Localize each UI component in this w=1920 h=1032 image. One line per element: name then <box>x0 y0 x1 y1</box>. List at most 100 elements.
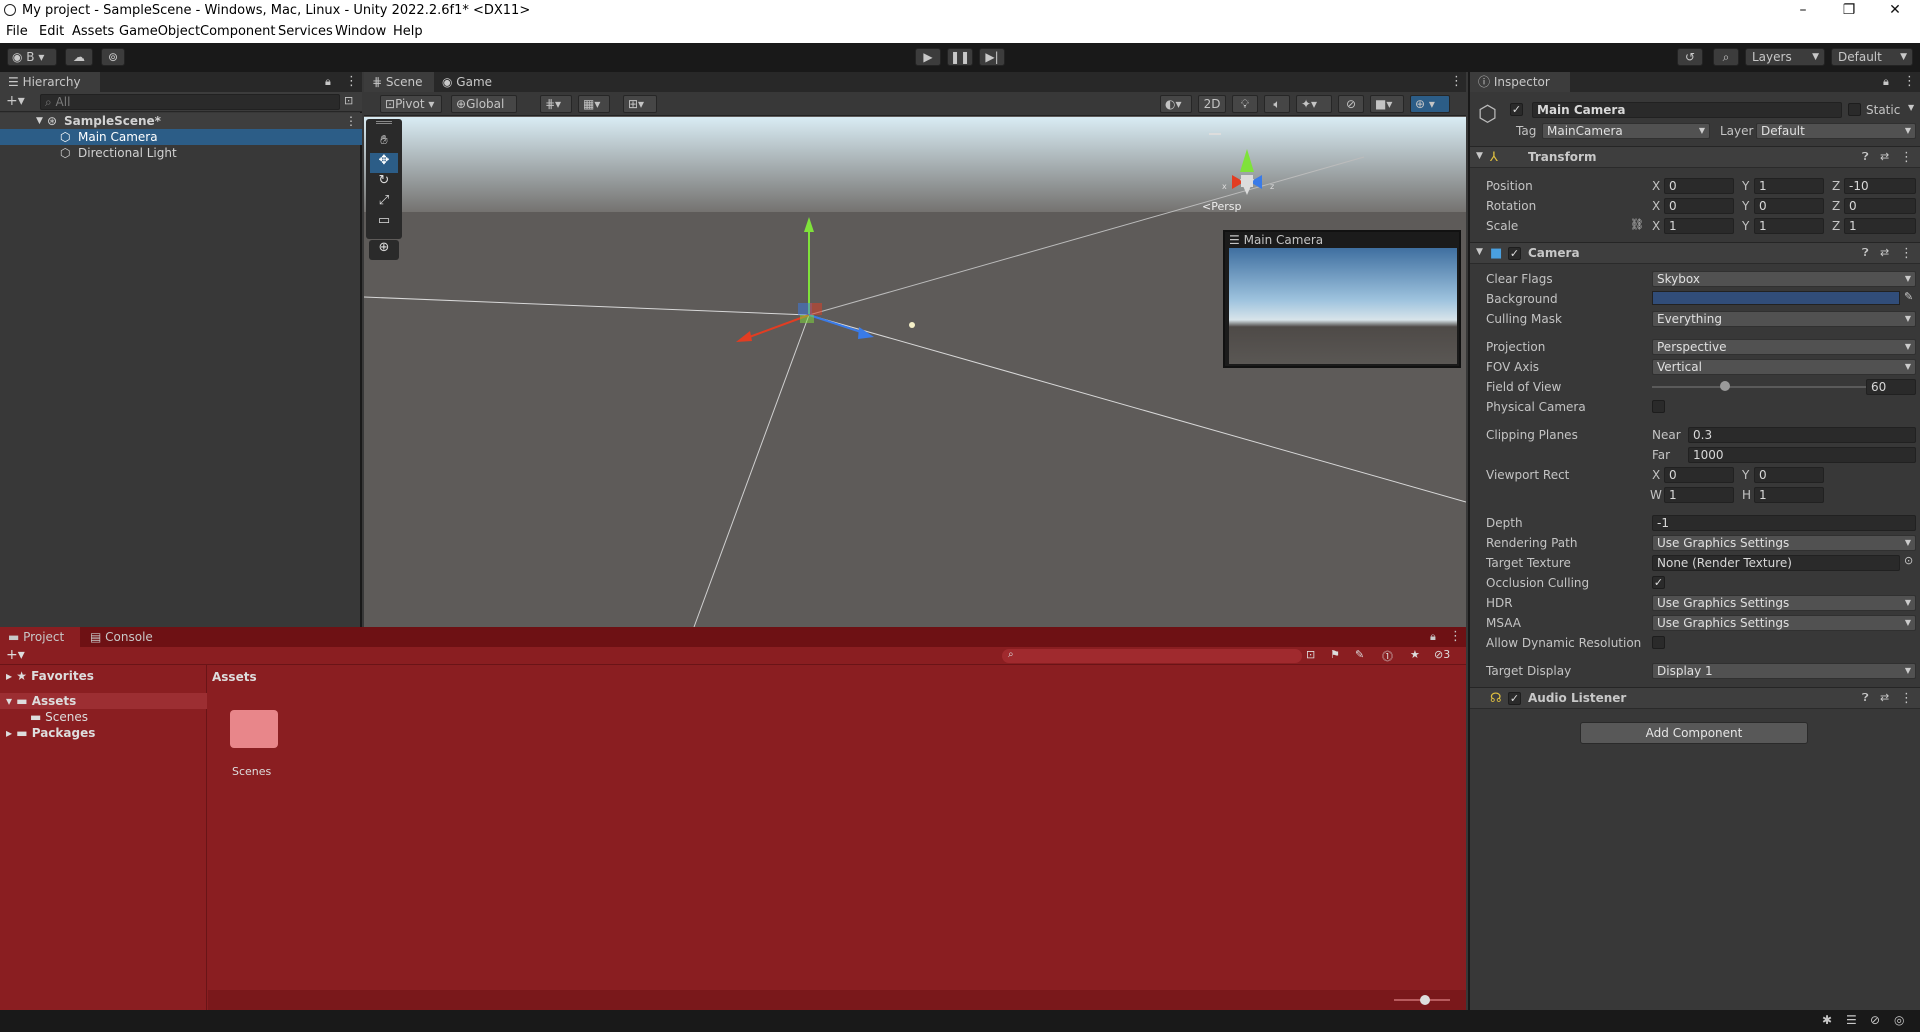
position-y-field[interactable]: 1 <box>1754 178 1824 194</box>
more-menu-icon[interactable]: ⋮ <box>1449 629 1462 644</box>
near-field[interactable]: 0.3 <box>1688 427 1916 443</box>
search-icon[interactable]: ⌕ <box>1713 48 1739 66</box>
maximize-button[interactable]: ❐ <box>1826 0 1872 22</box>
target-display-dropdown[interactable]: Display 1 <box>1652 663 1916 679</box>
layers-dropdown[interactable]: Layers ▼ <box>1745 48 1825 66</box>
camera-settings-icon[interactable]: ■▾ <box>1370 95 1404 113</box>
cloud-icon[interactable]: ☁ <box>65 48 93 66</box>
eyedropper-icon[interactable]: ✎ <box>1904 290 1913 303</box>
culling-mask-dropdown[interactable]: Everything <box>1652 311 1916 327</box>
hand-tool-icon[interactable]: ✋︎ <box>370 133 398 153</box>
fov-axis-dropdown[interactable]: Vertical <box>1652 359 1916 375</box>
target-texture-field[interactable]: None (Render Texture) <box>1652 555 1900 571</box>
scene-menu-icon[interactable]: ⋮ <box>345 113 357 129</box>
preview-handle-icon[interactable]: ☰ <box>1229 233 1240 247</box>
scene-row[interactable]: ▼ ⊛ SampleScene* ⋮ <box>0 113 362 129</box>
viewport-y-field[interactable]: 0 <box>1754 467 1824 483</box>
tag-dropdown[interactable]: MainCamera <box>1542 123 1710 139</box>
more-menu-icon[interactable]: ⋮ <box>1903 74 1916 89</box>
warning-icon[interactable]: ⓵ <box>1382 648 1393 664</box>
add-icon[interactable]: +▾ <box>6 647 25 663</box>
effects-icon[interactable]: ✦▾ <box>1296 95 1332 113</box>
menu-gameobject[interactable]: GameObject <box>119 24 200 39</box>
help-icon[interactable]: ❓︎ <box>1862 150 1869 164</box>
audio-icon[interactable]: 🔈︎ <box>1264 95 1290 113</box>
fov-slider-thumb[interactable] <box>1719 381 1730 391</box>
position-z-field[interactable]: -10 <box>1844 178 1916 194</box>
tag-icon[interactable]: ✎ <box>1355 648 1364 661</box>
collab-icon[interactable]: ⊚ <box>101 48 125 66</box>
occlusion-culling-checkbox[interactable]: ✓ <box>1652 576 1665 589</box>
camera-header[interactable]: ▼ ■ ✓ Camera ❓︎ ⇄ ⋮ <box>1470 242 1920 264</box>
hierarchy-item-directional-light[interactable]: ⬡ Directional Light <box>0 145 362 161</box>
component-menu-icon[interactable]: ⋮ <box>1900 150 1913 165</box>
presets-icon[interactable]: ⇄ <box>1880 691 1889 704</box>
packages-folder-item[interactable]: ▸ ▬ Packages <box>6 726 95 740</box>
object-name-field[interactable]: Main Camera <box>1532 102 1842 118</box>
add-component-button[interactable]: Add Component <box>1580 722 1808 744</box>
toggle-2d-button[interactable]: 2D <box>1198 95 1226 113</box>
folder-icon[interactable] <box>230 710 278 748</box>
tab-scene[interactable]: ⋕ Scene <box>364 72 434 92</box>
more-menu-icon[interactable]: ⋮ <box>1450 74 1463 89</box>
tab-game[interactable]: ◉ Game <box>434 72 504 92</box>
assets-folder-item[interactable]: ▾ ▬ Assets <box>6 694 76 708</box>
scenes-folder-item[interactable]: ▬ Scenes <box>30 710 88 724</box>
help-icon[interactable]: ❓︎ <box>1862 246 1869 260</box>
search-by-type-icon[interactable]: ⊡ <box>1306 648 1315 661</box>
menu-assets[interactable]: Assets <box>72 24 114 39</box>
hierarchy-search-input[interactable]: ⌕ All <box>40 94 340 110</box>
transform-tool-icon[interactable]: ⊕ <box>369 240 399 260</box>
hidden-packages-icon[interactable]: ⊘3 <box>1434 648 1450 661</box>
lighting-icon[interactable]: 💡︎ <box>1232 95 1258 113</box>
gizmos-icon[interactable]: ⊕ ▾ <box>1410 95 1450 113</box>
pivot-dropdown[interactable]: ⊡Pivot ▾ <box>380 95 442 113</box>
msaa-dropdown[interactable]: Use Graphics Settings <box>1652 615 1916 631</box>
audio-listener-checkbox[interactable]: ✓ <box>1508 692 1521 705</box>
menu-file[interactable]: File <box>6 24 28 39</box>
viewport-w-field[interactable]: 1 <box>1664 487 1734 503</box>
menu-component[interactable]: Component <box>200 24 275 39</box>
search-filter-icon[interactable]: ⊡ <box>344 94 353 107</box>
gameobject-icon[interactable]: ⬡ <box>1478 102 1497 127</box>
zoom-slider-thumb[interactable] <box>1420 995 1430 1005</box>
help-icon[interactable]: ❓︎ <box>1862 691 1869 705</box>
history-icon[interactable]: ↺ <box>1677 48 1703 66</box>
add-icon[interactable]: +▾ <box>6 93 25 109</box>
grid-icon[interactable]: ▦▾ <box>578 95 610 113</box>
component-menu-icon[interactable]: ⋮ <box>1900 691 1913 706</box>
background-color-swatch[interactable] <box>1652 291 1900 305</box>
collapse-arrow-icon[interactable]: ▼ <box>1476 151 1483 161</box>
collapse-arrow-icon[interactable]: ▼ <box>1476 247 1483 257</box>
rect-tool-icon[interactable]: ▭ <box>370 213 398 233</box>
rotate-tool-icon[interactable]: ↻ <box>370 173 398 193</box>
dynamic-resolution-checkbox[interactable] <box>1652 636 1665 649</box>
static-checkbox[interactable] <box>1848 103 1861 116</box>
project-search-input[interactable]: ⌕ <box>1002 649 1302 663</box>
tab-project[interactable]: ▬ Project <box>0 627 80 647</box>
tab-console[interactable]: ▤ Console <box>82 627 162 647</box>
rotation-y-field[interactable]: 0 <box>1754 198 1824 214</box>
fov-slider-track[interactable] <box>1652 381 1872 391</box>
presets-icon[interactable]: ⇄ <box>1880 150 1889 163</box>
lock-icon[interactable]: 🔒︎ <box>325 75 331 89</box>
rotation-z-field[interactable]: 0 <box>1844 198 1916 214</box>
viewport-h-field[interactable]: 1 <box>1754 487 1824 503</box>
persp-label[interactable]: <Persp <box>1202 200 1241 213</box>
clear-flags-dropdown[interactable]: Skybox <box>1652 271 1916 287</box>
menu-edit[interactable]: Edit <box>39 24 64 39</box>
account-button[interactable]: ◉ B ▾ <box>7 48 57 66</box>
progress-icon[interactable]: ◎ <box>1894 1013 1904 1027</box>
fov-field[interactable]: 60 <box>1866 379 1916 395</box>
step-button[interactable]: ▶| <box>979 48 1005 66</box>
grid-snap-icon[interactable]: ⋕▾ <box>540 95 572 113</box>
depth-field[interactable]: -1 <box>1652 515 1916 531</box>
audio-listener-header[interactable]: ☊ ✓ Audio Listener ❓︎ ⇄ ⋮ <box>1470 687 1920 709</box>
scale-tool-icon[interactable]: ⤢ <box>370 193 398 213</box>
global-dropdown[interactable]: ⊕Global ▾ <box>451 95 517 127</box>
projection-dropdown[interactable]: Perspective <box>1652 339 1916 355</box>
scale-y-field[interactable]: 1 <box>1754 218 1824 234</box>
menu-window[interactable]: Window <box>335 24 386 39</box>
draw-mode-icon[interactable]: ◐▾ <box>1160 95 1192 113</box>
static-dropdown-arrow-icon[interactable]: ▼ <box>1908 103 1914 112</box>
